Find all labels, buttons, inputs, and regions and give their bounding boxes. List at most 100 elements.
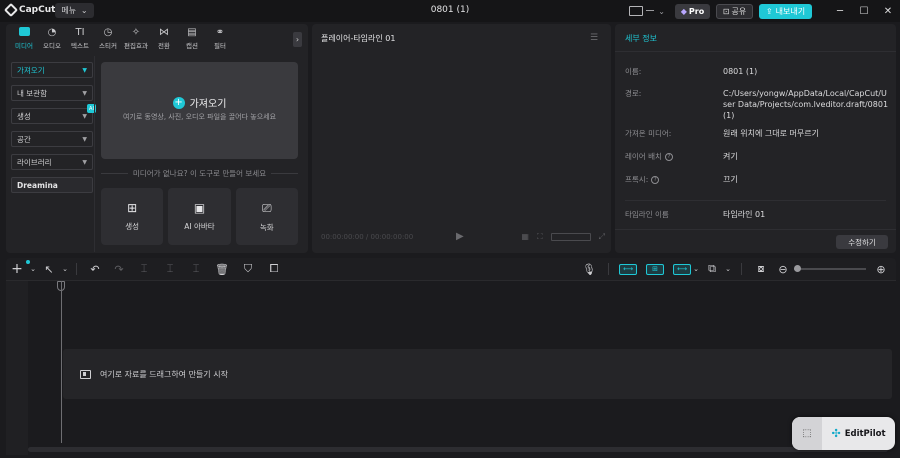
divider: [625, 200, 886, 201]
shield-icon[interactable]: ⛉: [235, 258, 261, 280]
divider: [101, 173, 128, 174]
split-icon[interactable]: ⌶: [131, 258, 157, 280]
tool-label: 녹화: [259, 222, 274, 232]
filter-icon: ⚭: [215, 26, 225, 38]
tab-transition[interactable]: ⋈ 전환: [150, 24, 178, 52]
magnet-snap-icon[interactable]: ⟷: [619, 263, 637, 275]
sidebar-divider: [94, 56, 95, 252]
player-controls: 00:00:00:00 / 00:00:00:00 ▶ ▦ ⛶ ⤢: [312, 231, 611, 245]
player-title: 플레이어-타임라인 01: [321, 34, 396, 43]
detail-value: 원래 위치에 그대로 머무르기: [723, 129, 819, 138]
sidebar-item-dreamina[interactable]: Dreamina: [11, 177, 93, 193]
help-icon[interactable]: ?: [664, 152, 673, 161]
hamburger-menu-icon[interactable]: ☰: [590, 33, 600, 43]
export-button[interactable]: ⇪ 내보내기: [759, 3, 812, 19]
grid-icon[interactable]: ▦: [521, 232, 529, 242]
chevron-down-icon[interactable]: ⌄: [691, 258, 701, 280]
sidebar-item-library[interactable]: 라이브러리 ▼: [11, 154, 93, 170]
ratio-button[interactable]: [550, 233, 591, 241]
chevron-down-icon: ▼: [82, 158, 87, 166]
chevron-down-icon: ▼: [82, 135, 87, 143]
editpilot-logo-icon: ✣: [831, 427, 841, 440]
tab-effects[interactable]: ✧ 편집효과: [122, 24, 150, 52]
fit-timeline-icon[interactable]: ⧇: [750, 258, 772, 280]
layout-chevron-icon[interactable]: ⌄: [658, 7, 665, 16]
undo-icon[interactable]: ↶: [83, 258, 107, 280]
tab-media[interactable]: 미디어: [10, 24, 38, 52]
freeze-frame-icon[interactable]: ⧠: [261, 258, 287, 280]
more-tabs-chevron-icon[interactable]: ›: [293, 32, 302, 47]
tab-label: 미디어: [15, 41, 33, 50]
sidebar-item-import[interactable]: 가져오기 ▼: [11, 62, 93, 78]
details-title: 세부 정보: [625, 34, 657, 43]
linkage-icon[interactable]: ⟷: [673, 263, 691, 275]
timeline-tracks[interactable]: 여기로 자료를 드래그하여 만들기 시작: [6, 280, 896, 455]
redo-icon[interactable]: ↷: [107, 258, 131, 280]
timecode: 00:00:00:00 / 00:00:00:00: [321, 233, 414, 241]
cursor-select-icon[interactable]: ↖: [38, 258, 60, 280]
detail-row-timeline-name: 타임라인 이름 타임라인 01: [625, 209, 895, 220]
import-drop-zone[interactable]: + 가져오기 여기로 동영상, 사진, 오디오 파일을 끌어다 놓으세요: [101, 62, 298, 159]
divider: [271, 173, 299, 174]
generate-tool-button[interactable]: ⊞ 생성: [101, 188, 164, 245]
crop-icon[interactable]: ⛶: [537, 232, 543, 242]
detail-label: 이름:: [625, 67, 642, 76]
minimize-icon[interactable]: ─: [828, 0, 852, 22]
play-icon[interactable]: ▶: [456, 231, 464, 242]
record-tool-button[interactable]: ⎚ 녹화: [235, 188, 298, 245]
tab-caption[interactable]: ▤ 캡션: [178, 24, 206, 52]
horizontal-scrollbar[interactable]: [28, 447, 888, 452]
pro-button[interactable]: ◆ Pro: [675, 3, 710, 19]
drop-hint-text: 여기로 자료를 드래그하여 만들기 시작: [100, 370, 228, 379]
detail-row-proxy: 프록시: ? 끄기: [625, 174, 895, 185]
chevron-down-icon[interactable]: ⌄: [60, 258, 70, 280]
divider: [76, 263, 77, 275]
notification-dot: [26, 260, 30, 264]
delete-icon[interactable]: 🗑︎: [209, 258, 235, 280]
zoom-slider[interactable]: [794, 265, 866, 272]
sidebar-item-label: Dreamina: [17, 180, 58, 190]
chevron-down-icon: ▼: [82, 112, 87, 120]
add-track-icon[interactable]: +: [6, 258, 28, 280]
tab-label: 편집효과: [124, 41, 148, 50]
editpilot-widget[interactable]: ⬚ ✣ EditPilot: [792, 417, 895, 450]
edit-button[interactable]: 수정하기: [836, 235, 888, 249]
layout-option-icon[interactable]: [646, 9, 655, 13]
tab-sticker[interactable]: ◷ 스티커: [94, 24, 122, 52]
help-icon[interactable]: ?: [651, 175, 660, 184]
player-panel: 플레이어-타임라인 01 ☰ 00:00:00:00 / 00:00:00:00…: [312, 24, 611, 253]
fullscreen-icon[interactable]: ⤢: [599, 232, 605, 242]
preview-axis-icon[interactable]: ⧉: [701, 258, 723, 280]
sidebar-item-space[interactable]: 공간 ▼: [11, 131, 93, 147]
split-right-icon[interactable]: ⌶: [183, 258, 209, 280]
microphone-icon[interactable]: 🎙︎: [580, 258, 598, 280]
detail-label: 경로:: [625, 89, 642, 98]
tab-text[interactable]: TI 텍스트: [66, 24, 94, 52]
sidebar-item-generate[interactable]: 생성 ▼ AI: [11, 104, 96, 124]
caption-icon: ▤: [187, 26, 197, 38]
share-icon: ⊡: [722, 6, 730, 16]
main-track-drop-zone[interactable]: 여기로 자료를 드래그하여 만들기 시작: [63, 349, 892, 399]
sidebar-item-my-library[interactable]: 내 보관함 ▼: [11, 85, 93, 101]
split-left-icon[interactable]: ⌶: [157, 258, 183, 280]
share-button[interactable]: ⊡ 공유: [716, 3, 753, 19]
import-button[interactable]: + 가져오기: [101, 95, 298, 110]
tab-audio[interactable]: ◔ 오디오: [38, 24, 66, 52]
tab-filter[interactable]: ⚭ 필터: [206, 24, 234, 52]
detail-row-layer-placement: 레이어 배치 ? 켜기: [625, 151, 895, 162]
zoom-out-icon[interactable]: ⊖: [772, 258, 794, 280]
pointer-icon[interactable]: ⬚: [792, 417, 822, 450]
layout-icon[interactable]: [629, 6, 644, 16]
detail-value: 0801 (1): [723, 67, 758, 76]
maximize-icon[interactable]: ☐: [852, 0, 876, 22]
auto-snap-icon[interactable]: ⊞: [646, 263, 664, 275]
editpilot-button[interactable]: ✣ EditPilot: [822, 427, 895, 440]
zoom-slider-handle[interactable]: [794, 265, 801, 272]
playhead[interactable]: [61, 281, 62, 443]
detail-label: 타임라인 이름: [625, 210, 669, 219]
import-label: 가져오기: [189, 99, 227, 110]
close-icon[interactable]: ✕: [876, 0, 900, 22]
chevron-down-icon[interactable]: ⌄: [723, 258, 733, 280]
ai-avatar-tool-button[interactable]: ▣ AI 아바타: [168, 188, 231, 245]
zoom-in-icon[interactable]: ⊕: [866, 258, 896, 280]
